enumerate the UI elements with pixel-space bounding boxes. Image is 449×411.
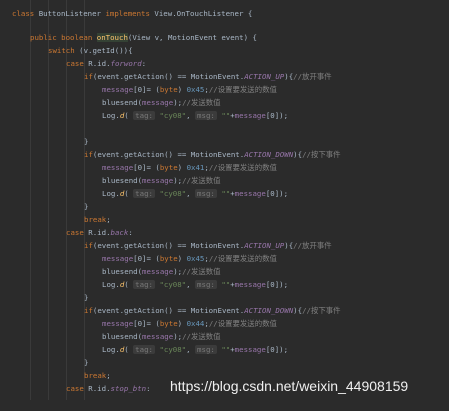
code-line-break: break;: [84, 215, 111, 224]
code-line-message-set: message[0]= (byte) 0x45;//设置要发送的数值: [102, 254, 277, 263]
code-line-close-brace: }: [84, 202, 89, 211]
param-hint-msg: msg:: [195, 280, 217, 289]
code-line-if-up: if(event.getAction() == MotionEvent.ACTI…: [84, 72, 332, 81]
param-hint-msg: msg:: [195, 345, 217, 354]
code-line-switch: switch (v.getId()){: [48, 46, 133, 55]
code-line-class-decl: class ButtonListener implements View.OnT…: [12, 9, 253, 18]
code-line-log: Log.d( tag: "cy08", msg: ""+message[0]);: [102, 111, 289, 120]
code-line-case-forword: case R.id.forword:: [66, 59, 147, 68]
code-line-break: break;: [84, 371, 111, 380]
code-line-message-set: message[0]= (byte) 0x44;//设置要发送的数值: [102, 319, 277, 328]
code-line-close-brace: }: [84, 293, 89, 302]
code-line-log: Log.d( tag: "cy08", msg: ""+message[0]);: [102, 345, 289, 354]
code-line-log: Log.d( tag: "cy08", msg: ""+message[0]);: [102, 189, 289, 198]
code-line-message-set: message[0]= (byte) 0x45;//设置要发送的数值: [102, 85, 277, 94]
watermark: https://blog.csdn.net/weixin_44908159: [170, 378, 409, 394]
code-line-close-brace: }: [84, 358, 89, 367]
indent-guide: [48, 0, 49, 411]
cropped-bottom-area: [0, 400, 449, 411]
indent-guide: [30, 0, 31, 411]
code-line-if-up: if(event.getAction() == MotionEvent.ACTI…: [84, 241, 332, 250]
param-hint-msg: msg:: [195, 189, 217, 198]
code-line-close-brace: }: [84, 137, 89, 146]
param-hint-tag: tag:: [133, 189, 155, 198]
code-line-bluesend: bluesend(message);//发送数值: [102, 332, 221, 341]
code-line-if-down: if(event.getAction() == MotionEvent.ACTI…: [84, 150, 341, 159]
code-line-case-back: case R.id.back:: [66, 228, 133, 237]
code-line-message-set: message[0]= (byte) 0x41;//设置要发送的数值: [102, 163, 277, 172]
param-hint-tag: tag:: [133, 345, 155, 354]
code-line-bluesend: bluesend(message);//发送数值: [102, 267, 221, 276]
code-line-bluesend: bluesend(message);//发送数值: [102, 176, 221, 185]
param-hint-msg: msg:: [195, 111, 217, 120]
code-line-ontouch: public boolean onTouch(View v, MotionEve…: [30, 33, 257, 42]
code-line-if-down: if(event.getAction() == MotionEvent.ACTI…: [84, 306, 341, 315]
code-line-case-stop: case R.id.stop_btn:: [66, 384, 151, 393]
code-line-log: Log.d( tag: "cy08", msg: ""+message[0]);: [102, 280, 289, 289]
code-line-bluesend: bluesend(message);//发送数值: [102, 98, 221, 107]
code-editor[interactable]: class ButtonListener implements View.OnT…: [0, 0, 449, 411]
param-hint-tag: tag:: [133, 280, 155, 289]
param-hint-tag: tag:: [133, 111, 155, 120]
